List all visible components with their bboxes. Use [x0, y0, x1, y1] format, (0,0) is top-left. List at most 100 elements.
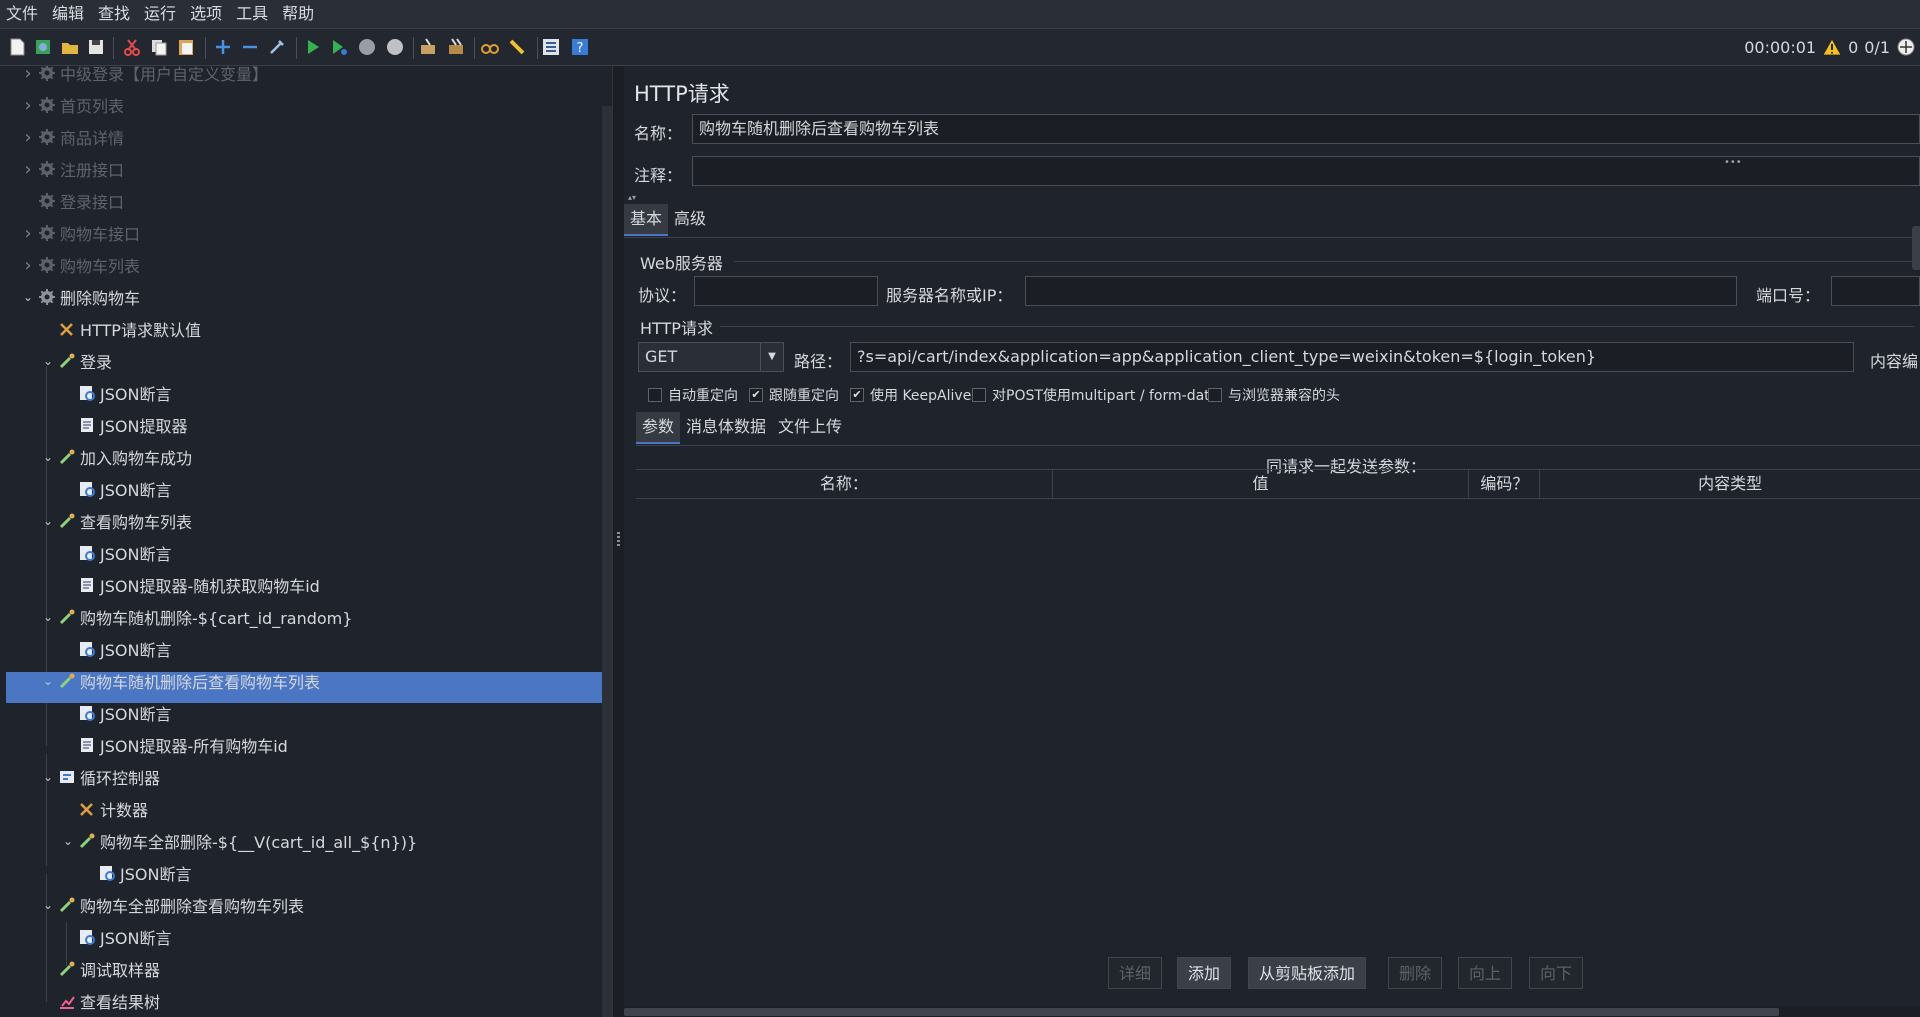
down-button[interactable]: 向下 [1529, 957, 1584, 989]
tree-node[interactable]: › 商品详情 [20, 122, 124, 152]
start-no-pause-icon[interactable] [329, 37, 349, 57]
tree-node[interactable]: JSON断言 [60, 474, 171, 504]
tree-node[interactable]: JSON断言 [80, 858, 191, 888]
chevron-right-icon[interactable]: › [20, 159, 36, 180]
tree-node[interactable]: JSON断言 [60, 634, 171, 664]
chevron-right-icon[interactable]: › [20, 223, 36, 244]
chevron-down-icon[interactable]: ⌄ [40, 354, 56, 368]
remote-globe-icon[interactable] [1896, 37, 1916, 57]
shutdown-icon[interactable] [385, 37, 405, 57]
follow-redirect-checkbox[interactable]: ✔ 跟随重定向 [749, 385, 839, 405]
copy-icon[interactable] [149, 37, 169, 57]
tree-node[interactable]: 登录接口 [20, 186, 124, 216]
menu-file[interactable]: 文件 [0, 0, 46, 28]
tree-node[interactable]: ⌄ 购物车随机删除-${cart_id_random} [40, 602, 352, 632]
paste-icon[interactable] [176, 37, 196, 57]
reset-search-icon[interactable] [507, 37, 527, 57]
tree-node[interactable]: ⌄ 加入购物车成功 [40, 442, 192, 472]
column-content-type[interactable]: 内容类型 [1540, 470, 1920, 498]
help-icon[interactable]: ? [570, 37, 590, 57]
chevron-right-icon[interactable]: › [20, 66, 36, 84]
tree-node[interactable]: JSON断言 [60, 378, 171, 408]
menu-options[interactable]: 选项 [184, 0, 230, 28]
tree-node[interactable]: JSON断言 [60, 922, 171, 952]
detail-button[interactable]: 详细 [1108, 957, 1163, 989]
tree-node[interactable]: ⌄ 购物车随机删除后查看购物车列表 [40, 666, 320, 696]
tree-node[interactable]: ⌄ 购物车全部删除-${__V(cart_id_all_${n})} [60, 826, 417, 856]
toggle-icon[interactable] [267, 37, 287, 57]
chevron-down-icon[interactable]: ⌄ [40, 898, 56, 912]
tree-node[interactable]: 计数器 [60, 794, 148, 824]
menu-search[interactable]: 查找 [92, 0, 138, 28]
side-grip[interactable] [1912, 226, 1920, 270]
protocol-field[interactable] [694, 276, 878, 306]
start-icon[interactable] [303, 37, 323, 57]
chevron-down-icon[interactable]: ⌄ [60, 834, 76, 848]
auto-redirect-checkbox[interactable]: 自动重定向 [648, 385, 738, 405]
templates-icon[interactable] [33, 37, 53, 57]
chevron-right-icon[interactable]: › [20, 255, 36, 276]
path-field[interactable]: ?s=api/cart/index&application=app&applic… [850, 342, 1854, 372]
warning-icon[interactable] [1822, 38, 1842, 56]
method-select[interactable]: GET ▼ [638, 342, 784, 372]
chevron-down-icon[interactable]: ⌄ [20, 290, 36, 304]
browser-headers-checkbox[interactable]: 与浏览器兼容的头 [1208, 385, 1340, 405]
tree-node[interactable]: ⌄ 循环控制器 [40, 762, 160, 792]
menu-edit[interactable]: 编辑 [46, 0, 92, 28]
tree-node[interactable]: › 购物车接口 [20, 218, 140, 248]
collapse-icon[interactable] [240, 37, 260, 57]
tab-basic[interactable]: 基本 [624, 204, 669, 236]
tab-advanced[interactable]: 高级 [668, 204, 712, 234]
server-field[interactable] [1025, 276, 1737, 306]
save-icon[interactable] [86, 37, 106, 57]
tree-node[interactable]: 查看结果树 [40, 986, 160, 1016]
chevron-down-icon[interactable]: ▼ [760, 343, 783, 371]
tree-node[interactable]: › 注册接口 [20, 154, 124, 184]
chevron-down-icon[interactable]: ⌄ [40, 770, 56, 784]
tree-scrollbar[interactable] [602, 106, 612, 1017]
keepalive-checkbox[interactable]: ✔ 使用 KeepAlive [850, 385, 971, 405]
tree-node[interactable]: HTTP请求默认值 [40, 314, 201, 344]
tab-file-upload[interactable]: 文件上传 [772, 412, 848, 442]
chevron-right-icon[interactable]: › [20, 95, 36, 116]
add-from-clipboard-button[interactable]: 从剪贴板添加 [1248, 957, 1367, 989]
name-field[interactable]: 购物车随机删除后查看购物车列表 [692, 114, 1920, 144]
tree-node[interactable]: JSON提取器-随机获取购物车id [60, 570, 320, 600]
tree-node[interactable]: ⌄ 登录 [40, 346, 112, 376]
tree-node[interactable]: ⌄ 查看购物车列表 [40, 506, 192, 536]
expand-icon[interactable] [213, 37, 233, 57]
multipart-checkbox[interactable]: 对POST使用multipart / form-data [972, 385, 1218, 405]
tab-parameters[interactable]: 参数 [636, 412, 681, 444]
clear-all-icon[interactable] [446, 37, 466, 57]
tree-node[interactable]: JSON提取器 [60, 410, 187, 440]
column-encode[interactable]: 编码？ [1469, 470, 1541, 498]
column-value[interactable]: 值 [1053, 470, 1470, 498]
chevron-right-icon[interactable]: › [20, 127, 36, 148]
delete-button[interactable]: 删除 [1388, 957, 1443, 989]
function-helper-icon[interactable] [541, 37, 561, 57]
scrollbar-thumb[interactable] [624, 1008, 1779, 1016]
tree-node[interactable]: JSON断言 [60, 538, 171, 568]
open-icon[interactable] [60, 37, 80, 57]
tree-node[interactable]: ⌄ 删除购物车 [20, 282, 140, 312]
tree-node[interactable]: JSON提取器-所有购物车id [60, 730, 288, 760]
column-name[interactable]: 名称： [636, 470, 1053, 498]
clear-icon[interactable] [418, 37, 438, 57]
tab-body-data[interactable]: 消息体数据 [680, 412, 772, 442]
menu-help[interactable]: 帮助 [276, 0, 322, 28]
chevron-down-icon[interactable]: ⌄ [40, 514, 56, 528]
chevron-down-icon[interactable]: ⌄ [40, 450, 56, 464]
menu-tools[interactable]: 工具 [230, 0, 276, 28]
stop-icon[interactable] [357, 37, 377, 57]
new-icon[interactable] [7, 37, 27, 57]
horizontal-scrollbar[interactable] [624, 1006, 1920, 1017]
up-button[interactable]: 向上 [1458, 957, 1513, 989]
port-field[interactable] [1831, 276, 1920, 306]
split-handle-icon[interactable]: ••• [1724, 158, 1742, 168]
tree-node[interactable]: ⌄ 购物车全部删除查看购物车列表 [40, 890, 304, 920]
tree-node[interactable]: › 购物车列表 [20, 250, 140, 280]
collapse-arrows-icon[interactable]: ▴▾ [628, 193, 636, 202]
tree-node[interactable]: 调试取样器 [40, 954, 160, 984]
search-icon[interactable] [480, 37, 500, 57]
chevron-down-icon[interactable]: ⌄ [40, 674, 56, 688]
